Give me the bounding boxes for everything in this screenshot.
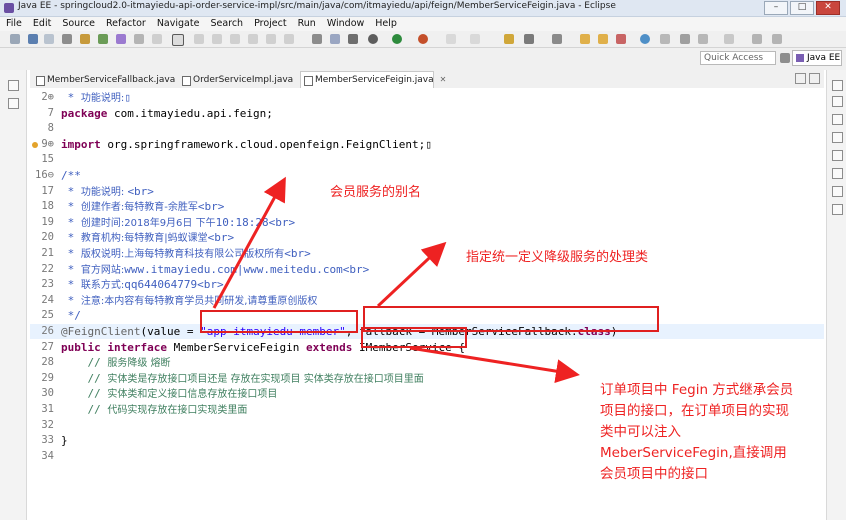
note-line: MeberServiceFegin,直接调用 [600,445,787,461]
arrow-to-alias-note [212,176,286,309]
arrow-to-inherit-note [409,346,580,384]
note-line: 项目的接口，在订单项目的实现 [600,403,789,419]
note-interface-inheritance: 订单项目中 Fegin 方式继承会员 项目的接口，在订单项目的实现 类中可以注入… [600,380,793,485]
note-fallback-class: 指定统一定义降级服务的处理类 [466,250,649,265]
note-service-alias: 会员服务的别名 [330,185,422,200]
note-line: 订单项目中 Fegin 方式继承会员 [600,382,794,398]
note-line: 会员项目中的接口 [600,466,708,482]
note-line: 类中可以注入 [600,424,681,440]
arrow-to-fallback-note [376,241,447,308]
